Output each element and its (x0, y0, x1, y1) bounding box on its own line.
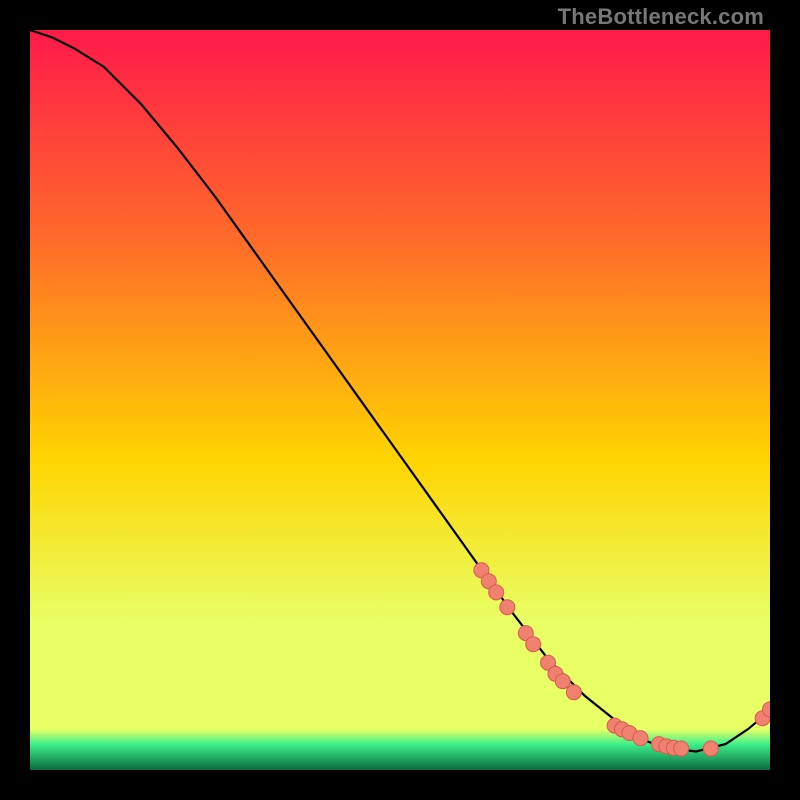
data-point-p19 (703, 741, 718, 756)
data-point-p14 (633, 731, 648, 746)
plot-area (30, 30, 770, 770)
data-point-p3 (489, 585, 504, 600)
data-point-p6 (526, 637, 541, 652)
chart-svg (30, 30, 770, 770)
data-point-p18 (674, 741, 689, 756)
heat-gradient (30, 30, 770, 770)
chart-container: TheBottleneck.com (0, 0, 800, 800)
data-point-p4 (500, 600, 515, 615)
watermark-text: TheBottleneck.com (558, 4, 764, 30)
data-point-p9 (555, 674, 570, 689)
data-point-p10 (566, 685, 581, 700)
